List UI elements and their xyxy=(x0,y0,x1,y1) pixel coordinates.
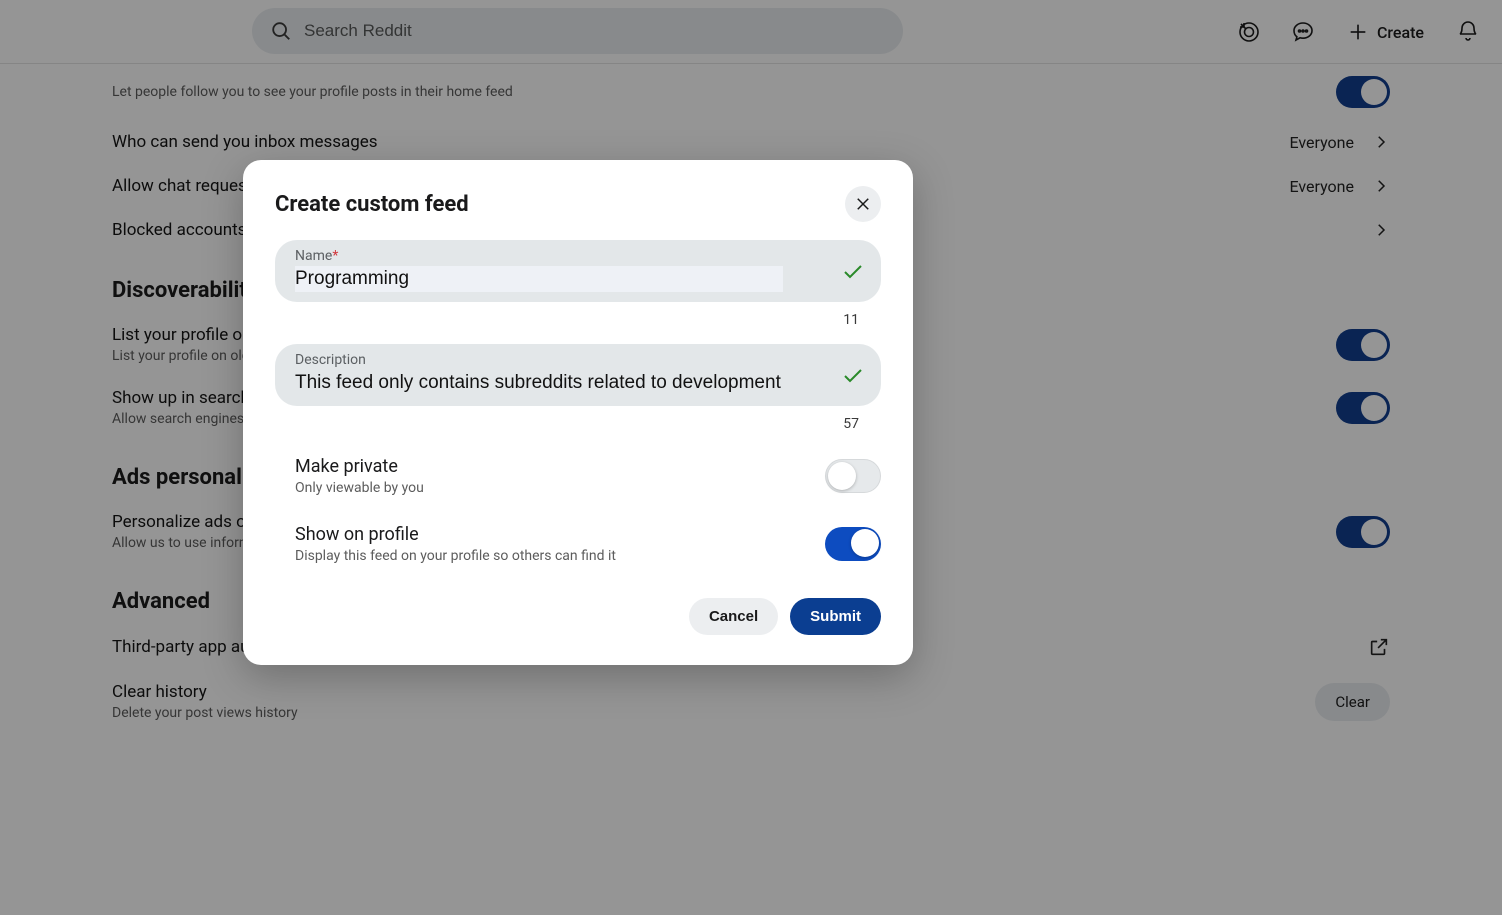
description-counter: 57 xyxy=(275,416,859,432)
cancel-button[interactable]: Cancel xyxy=(689,598,778,635)
name-label: Name* xyxy=(295,248,831,264)
toggle-show-on-profile[interactable] xyxy=(825,527,881,561)
description-input[interactable] xyxy=(295,370,783,396)
close-icon xyxy=(854,195,872,213)
create-feed-modal: Create custom feed Name* 11 Description … xyxy=(243,160,913,665)
option-make-private: Make private Only viewable by you xyxy=(275,448,881,516)
option-sublabel: Only viewable by you xyxy=(295,480,424,496)
check-icon xyxy=(841,259,865,283)
name-input[interactable] xyxy=(295,266,783,292)
option-show-on-profile: Show on profile Display this feed on you… xyxy=(275,516,881,584)
modal-title: Create custom feed xyxy=(275,192,469,217)
check-icon xyxy=(841,363,865,387)
close-button[interactable] xyxy=(845,186,881,222)
option-label: Show on profile xyxy=(295,524,616,545)
description-label: Description xyxy=(295,352,831,368)
description-field[interactable]: Description xyxy=(275,344,881,406)
submit-button[interactable]: Submit xyxy=(790,598,881,635)
modal-actions: Cancel Submit xyxy=(275,598,881,635)
name-counter: 11 xyxy=(275,312,859,328)
toggle-make-private[interactable] xyxy=(825,459,881,493)
option-sublabel: Display this feed on your profile so oth… xyxy=(295,548,616,564)
name-field[interactable]: Name* xyxy=(275,240,881,302)
option-label: Make private xyxy=(295,456,424,477)
